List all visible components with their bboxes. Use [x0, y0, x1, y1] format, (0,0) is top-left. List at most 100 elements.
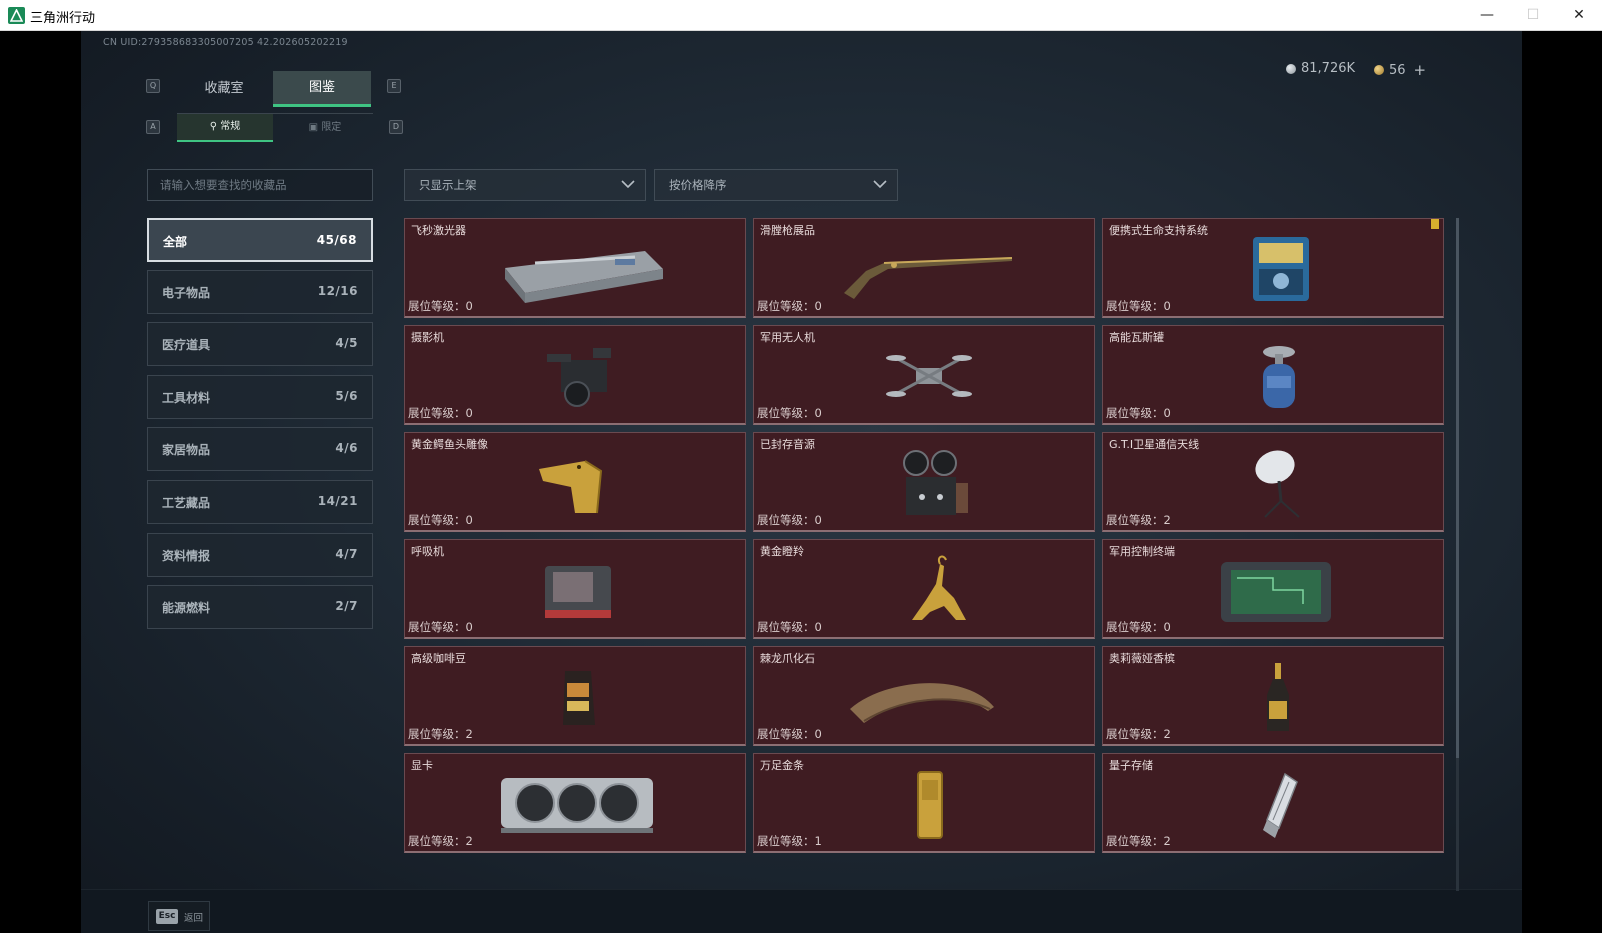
silver-amount: 81,726K [1301, 61, 1356, 76]
subtab-regular[interactable]: ⚲ 常规 [177, 114, 273, 142]
laser-case-icon [505, 251, 663, 303]
item-name: 已封存音源 [760, 438, 815, 451]
back-label: 返回 [184, 913, 204, 924]
reel-recorder-icon [903, 450, 968, 515]
category-tools[interactable]: 工具材料 5/6 [147, 375, 373, 419]
sub-tabs: ⚲ 常规 ▣ 限定 [177, 113, 373, 142]
item-card[interactable]: 高能瓦斯罐 展位等级：0 [1102, 325, 1444, 425]
item-level: 展位等级：0 [757, 620, 822, 634]
app-logo-icon [8, 7, 25, 24]
item-card[interactable]: 军用无人机 展位等级：0 [753, 325, 1095, 425]
gold-amount: 56 [1389, 62, 1406, 78]
gas-tank-icon [1263, 346, 1295, 408]
category-all[interactable]: 全部 45/68 [147, 218, 373, 262]
item-level: 展位等级：0 [757, 299, 822, 313]
back-button[interactable]: Esc 返回 [148, 901, 210, 931]
item-level: 展位等级：2 [1106, 513, 1171, 527]
grid-scrollbar-thumb[interactable] [1456, 218, 1459, 758]
category-intel[interactable]: 资料情报 4/7 [147, 533, 373, 577]
item-name: 奥莉薇娅香槟 [1109, 652, 1175, 665]
key-hint-q: Q [146, 79, 160, 93]
category-household[interactable]: 家居物品 4/6 [147, 427, 373, 471]
item-name: 军用无人机 [760, 331, 815, 344]
item-level: 展位等级：2 [408, 727, 473, 741]
item-name: 黄金鳄鱼头雕像 [411, 438, 488, 451]
item-card[interactable]: 棘龙爪化石 展位等级：0 [753, 646, 1095, 746]
category-name: 电子物品 [162, 286, 211, 300]
gold-croc-icon [539, 460, 603, 514]
subtab-limited[interactable]: ▣ 限定 [277, 114, 373, 142]
window-title: 三角洲行动 [30, 11, 96, 26]
tab-collection-room[interactable]: 收藏室 [175, 71, 273, 107]
gold-bar-icon [917, 771, 943, 839]
item-grid: 飞秒激光器 展位等级：0 滑膛枪展品 展位等级：0 便携式生命支持系统 展位等级… [404, 218, 1452, 891]
item-level: 展位等级：0 [1106, 299, 1171, 313]
item-card[interactable]: 黄金鳄鱼头雕像 展位等级：0 [404, 432, 746, 532]
category-name: 工艺藏品 [162, 496, 211, 510]
item-card[interactable]: 量子存储 展位等级：2 [1102, 753, 1444, 853]
item-level: 展位等级：2 [408, 834, 473, 848]
category-medical[interactable]: 医疗道具 4/5 [147, 322, 373, 366]
category-electronics[interactable]: 电子物品 12/16 [147, 270, 373, 314]
champagne-icon [1267, 663, 1289, 731]
item-level: 展位等级：0 [408, 620, 473, 634]
category-energy[interactable]: 能源燃料 2/7 [147, 585, 373, 629]
add-currency-button[interactable]: + [1414, 61, 1427, 79]
item-card[interactable]: 军用控制终端 展位等级：0 [1102, 539, 1444, 639]
item-level: 展位等级：0 [757, 406, 822, 420]
close-button[interactable]: ✕ [1556, 0, 1602, 30]
sort-dropdown[interactable]: 按价格降序 [654, 169, 898, 201]
item-name: 万足金条 [760, 759, 804, 772]
item-card[interactable]: 便携式生命支持系统 展位等级：0 [1102, 218, 1444, 318]
category-count: 14/21 [317, 494, 358, 508]
item-name: 显卡 [411, 759, 433, 772]
item-name: G.T.I卫星通信天线 [1109, 438, 1200, 451]
esc-key-hint: Esc [156, 909, 178, 924]
minimize-button[interactable]: — [1464, 0, 1510, 30]
musket-icon [844, 257, 1013, 299]
item-card[interactable]: 已封存音源 展位等级：0 [753, 432, 1095, 532]
gold-coin-icon [1374, 65, 1384, 75]
coffee-bag-icon [563, 671, 595, 725]
item-card[interactable]: 奥莉薇娅香槟 展位等级：2 [1102, 646, 1444, 746]
category-name: 家居物品 [162, 443, 211, 457]
maximize-button[interactable]: ☐ [1510, 0, 1556, 30]
item-name: 高级咖啡豆 [411, 652, 466, 665]
category-count: 12/16 [317, 284, 358, 298]
item-card[interactable]: G.T.I卫星通信天线 展位等级：2 [1102, 432, 1444, 532]
item-card[interactable]: 高级咖啡豆 展位等级：2 [404, 646, 746, 746]
category-name: 医疗道具 [162, 338, 211, 352]
item-level: 展位等级：1 [757, 834, 822, 848]
item-level: 展位等级：0 [408, 299, 473, 313]
item-card[interactable]: 万足金条 展位等级：1 [753, 753, 1095, 853]
item-card[interactable]: 黄金瞪羚 展位等级：0 [753, 539, 1095, 639]
shelf-filter-dropdown[interactable]: 只显示上架 [404, 169, 646, 201]
item-card[interactable]: 呼吸机 展位等级：0 [404, 539, 746, 639]
category-name: 资料情报 [162, 549, 211, 563]
item-card[interactable]: 摄影机 展位等级：0 [404, 325, 746, 425]
item-name: 量子存储 [1109, 759, 1153, 772]
item-name: 飞秒激光器 [411, 224, 466, 237]
warning-flag-icon [1431, 219, 1439, 229]
bottom-bar [81, 889, 1522, 933]
gpu-icon [501, 778, 653, 833]
item-name: 摄影机 [411, 331, 444, 344]
category-count: 2/7 [335, 599, 358, 613]
item-level: 展位等级：0 [408, 513, 473, 527]
category-count: 4/5 [335, 336, 358, 350]
category-count: 45/68 [316, 233, 357, 247]
tab-catalog[interactable]: 图鉴 [273, 71, 371, 107]
item-card[interactable]: 滑膛枪展品 展位等级：0 [753, 218, 1095, 318]
category-count: 5/6 [335, 389, 358, 403]
claw-fossil-icon [850, 683, 994, 723]
category-crafts[interactable]: 工艺藏品 14/21 [147, 480, 373, 524]
game-viewport: CN UID:279358683305007205 42.20260520221… [0, 31, 1602, 933]
chevron-down-icon [873, 180, 887, 189]
item-card[interactable]: 显卡 展位等级：2 [404, 753, 746, 853]
player-uid: CN UID:279358683305007205 42.20260520221… [103, 37, 348, 48]
item-card[interactable]: 飞秒激光器 展位等级：0 [404, 218, 746, 318]
search-input[interactable]: 请输入想要查找的收藏品 [147, 169, 373, 201]
ventilator-icon [545, 566, 611, 618]
item-level: 展位等级：2 [1106, 834, 1171, 848]
item-level: 展位等级：0 [757, 513, 822, 527]
